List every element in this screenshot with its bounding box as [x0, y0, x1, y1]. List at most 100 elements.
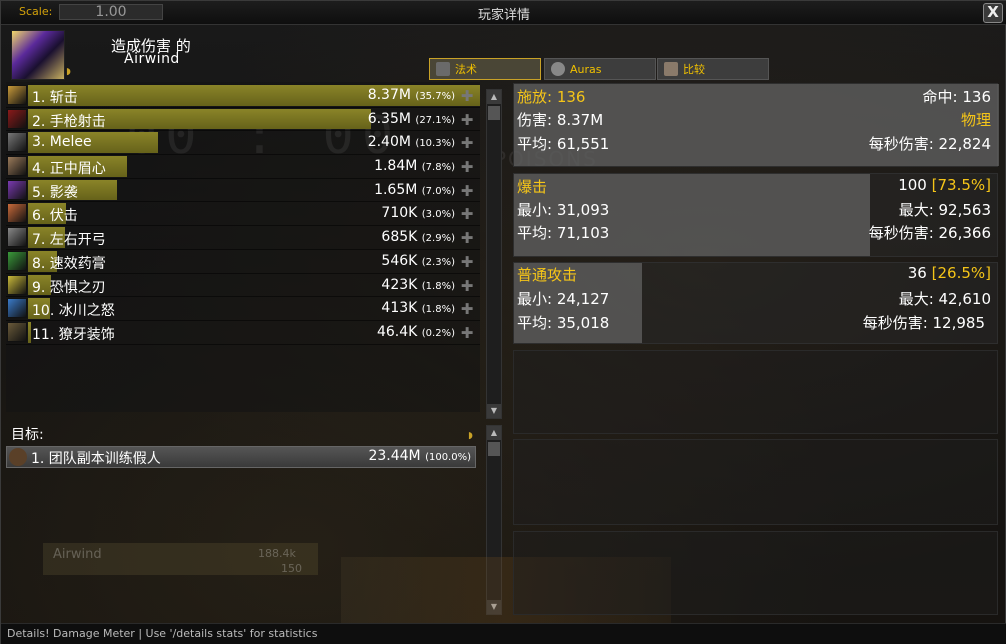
spell-list: 1. 斩击 8.37M (35.7%) ✚ 2. 手枪射击 6.35M (27.… — [6, 84, 480, 345]
empty-detail-block — [513, 531, 998, 615]
spell-bar — [28, 321, 31, 343]
tab-label: Auras — [570, 62, 602, 76]
spell-value: 423K (1.8%) — [381, 276, 455, 293]
scroll-thumb[interactable] — [488, 442, 500, 456]
spell-row[interactable]: 4. 正中眉心 1.84M (7.8%) ✚ — [6, 155, 480, 179]
between-the-eyes-icon — [7, 156, 27, 177]
spell-name: 11. 獠牙装饰 — [32, 326, 115, 343]
shadowstrike-icon — [7, 179, 27, 200]
tab-compare[interactable]: 比较 — [657, 58, 769, 80]
tab-spells[interactable]: 法术 — [429, 58, 541, 80]
spell-value: 8.37M (35.7%) — [367, 87, 455, 103]
compare-icon — [664, 62, 678, 76]
expand-icon[interactable]: ✚ — [458, 229, 476, 247]
scroll-thumb[interactable] — [488, 106, 500, 120]
target-row[interactable]: 1. 团队副本训练假人 23.44M (100.0%) — [6, 446, 476, 468]
cast-count: 施放: 136 — [517, 88, 586, 106]
player-name: Airwind — [124, 51, 180, 67]
crit-label: 爆击 — [517, 178, 548, 196]
spell-row[interactable]: 3. Melee 2.40M (10.3%) ✚ — [6, 131, 480, 156]
poison-icon — [7, 250, 27, 271]
ambush-icon — [7, 203, 27, 224]
target-value: 23.44M (100.0%) — [368, 448, 471, 464]
melee-icon — [7, 132, 27, 153]
spell-value: 1.84M (7.8%) — [374, 158, 455, 175]
crit-max: 最大: 92,563 — [898, 201, 991, 219]
crit-dps: 每秒伤害: 26,366 — [868, 224, 991, 242]
crit-count: 100 [73.5%] — [898, 176, 991, 194]
background-meter-value: 150 — [281, 562, 302, 575]
spell-value: 546K (2.3%) — [381, 252, 455, 269]
spell-name: 6. 伏击 — [32, 208, 78, 225]
crit-average: 平均: 71,103 — [517, 224, 610, 242]
spell-row[interactable]: 1. 斩击 8.37M (35.7%) ✚ — [6, 84, 480, 108]
crit-block: 爆击 100 [73.5%] 最小: 31,093 最大: 92,563 平均:… — [513, 173, 998, 257]
tab-auras[interactable]: Auras — [544, 58, 656, 80]
spell-name: 7. 左右开弓 — [32, 232, 106, 249]
spell-value: 1.65M (7.0%) — [374, 181, 455, 198]
expand-icon[interactable]: ✚ — [458, 134, 476, 152]
scroll-up-arrow[interactable]: ▲ — [487, 426, 501, 440]
normal-hit-block: 普通攻击 36 [26.5%] 最小: 24,127 最大: 42,610 平均… — [513, 262, 998, 344]
spell-row[interactable]: 2. 手枪射击 6.35M (27.1%) ✚ — [6, 108, 480, 132]
spell-row[interactable]: 5. 影袭 1.65M (7.0%) ✚ — [6, 179, 480, 203]
normal-label: 普通攻击 — [517, 266, 578, 284]
expand-icon[interactable]: ✚ — [458, 300, 476, 318]
skull-icon — [9, 448, 27, 466]
window-title: 玩家详情 — [477, 8, 530, 23]
target-name: 1. 团队副本训练假人 — [31, 451, 161, 467]
spell-name: 1. 斩击 — [32, 90, 78, 106]
spell-name: 9. 恐惧之刃 — [32, 279, 106, 296]
pistol-shot-icon — [7, 108, 27, 129]
spell-value: 6.35M (27.1%) — [367, 110, 455, 127]
damage-per-second: 每秒伤害: 22,824 — [868, 135, 991, 153]
targets-label: 目标: — [11, 427, 44, 443]
spell-row[interactable]: 7. 左右开弓 685K (2.9%) ✚ — [6, 226, 480, 250]
spell-row[interactable]: 11. 獠牙装饰 46.4K (0.2%) ✚ — [6, 321, 480, 345]
close-button[interactable]: X — [983, 3, 1003, 23]
spell-name: 5. 影袭 — [32, 184, 78, 201]
cast-summary-block: 施放: 136 命中: 136 伤害: 8.37M 物理 平均: 61,551 … — [513, 83, 999, 167]
report-icon[interactable]: ◗ — [468, 431, 473, 441]
scroll-down-arrow[interactable]: ▼ — [487, 404, 501, 418]
spell-value: 46.4K (0.2%) — [376, 323, 455, 340]
background-meter-name: Airwind — [53, 547, 102, 562]
spec-icon — [11, 30, 65, 80]
tab-label: 比较 — [683, 63, 705, 76]
swords-icon — [436, 62, 450, 76]
fang-trinket-icon — [7, 321, 27, 342]
expand-icon[interactable]: ✚ — [458, 253, 476, 271]
title-bar[interactable]: Scale: 1.00 玩家详情 X — [1, 1, 1006, 25]
normal-max: 最大: 42,610 — [898, 290, 991, 308]
expand-icon[interactable]: ✚ — [458, 111, 476, 129]
spell-name: 4. 正中眉心 — [32, 161, 106, 178]
expand-icon[interactable]: ✚ — [458, 277, 476, 295]
hit-count: 命中: 136 — [922, 88, 991, 106]
expand-icon[interactable]: ✚ — [458, 205, 476, 223]
spell-name: 3. Melee — [32, 134, 92, 151]
report-icon[interactable]: ◗ — [66, 67, 71, 77]
expand-icon[interactable]: ✚ — [458, 87, 476, 105]
normal-dps: 每秒伤害: 12,985 — [862, 314, 985, 332]
tab-label: 法术 — [455, 63, 477, 76]
expand-icon[interactable]: ✚ — [458, 324, 476, 342]
glacial-fury-icon — [7, 298, 27, 319]
normal-average: 平均: 35,018 — [517, 314, 610, 332]
average-damage: 平均: 61,551 — [517, 135, 610, 153]
expand-icon[interactable]: ✚ — [458, 182, 476, 200]
spell-name: 8. 速效药膏 — [32, 255, 106, 272]
spell-row[interactable]: 8. 速效药膏 546K (2.3%) ✚ — [6, 250, 480, 274]
expand-icon[interactable]: ✚ — [458, 158, 476, 176]
spell-name: 10. 冰川之怒 — [32, 303, 115, 320]
spell-name: 2. 手枪射击 — [32, 113, 106, 130]
spell-value: 685K (2.9%) — [381, 229, 455, 246]
spell-row[interactable]: 6. 伏击 710K (3.0%) ✚ — [6, 202, 480, 227]
empty-detail-block — [513, 350, 998, 434]
spell-row[interactable]: 10. 冰川之怒 413K (1.8%) ✚ — [6, 297, 480, 321]
normal-count: 36 [26.5%] — [907, 264, 991, 282]
spell-list-scrollbar[interactable]: ▲ ▼ — [486, 89, 502, 419]
slice-icon — [7, 85, 27, 105]
spell-row[interactable]: 9. 恐惧之刃 423K (1.8%) ✚ — [6, 274, 480, 298]
scroll-up-arrow[interactable]: ▲ — [487, 90, 501, 104]
background-meter-value: 188.4k — [258, 547, 296, 560]
